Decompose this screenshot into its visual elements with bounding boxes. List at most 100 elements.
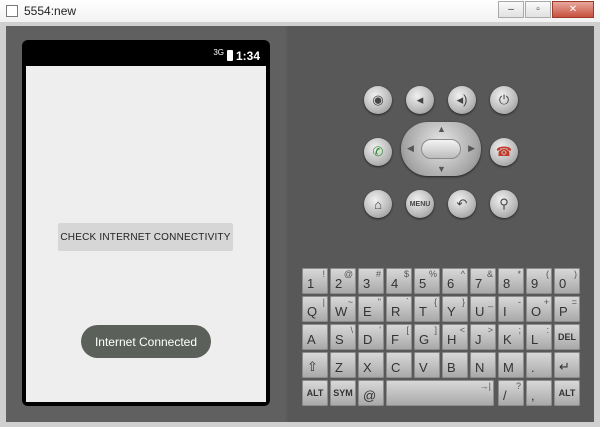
key-label: SYM <box>333 388 353 398</box>
key-row3-9[interactable]: DEL <box>554 324 580 350</box>
key-row4-8[interactable]: . <box>526 352 552 378</box>
key-row3-4[interactable]: G] <box>414 324 440 350</box>
key-row2-6[interactable]: U _ <box>470 296 496 322</box>
key-row1-8[interactable]: 9( <box>526 268 552 294</box>
key-row2-7[interactable]: I- <box>498 296 524 322</box>
check-internet-button[interactable]: CHECK INTERNET CONNECTIVITY <box>58 223 233 251</box>
minimize-button[interactable]: ‒ <box>498 1 524 18</box>
dpad-down-icon[interactable]: ▼ <box>437 164 446 174</box>
key-label: T <box>419 304 427 319</box>
key-sublabel: * <box>517 269 521 279</box>
key-sublabel: \ <box>350 325 353 335</box>
key-row3-0[interactable]: A <box>302 324 328 350</box>
search-icon[interactable]: ⚲ <box>490 190 518 218</box>
key-row1-9[interactable]: 0) <box>554 268 580 294</box>
key-label: S <box>335 332 344 347</box>
key-label: I <box>503 304 507 319</box>
key-row3-6[interactable]: J > <box>470 324 496 350</box>
key-row1-1[interactable]: 2 @ <box>330 268 356 294</box>
key-sublabel: - <box>518 297 521 307</box>
key-row4-1[interactable]: Z <box>330 352 356 378</box>
key-row3-5[interactable]: H < <box>442 324 468 350</box>
key-row3-8[interactable]: L: <box>526 324 552 350</box>
call-icon[interactable]: ✆ <box>364 138 392 166</box>
dpad-center-button[interactable] <box>421 139 461 159</box>
key-row2-1[interactable]: W ~ <box>330 296 356 322</box>
key-label: Y <box>447 304 456 319</box>
key-label: P <box>559 304 568 319</box>
close-button[interactable]: ✕ <box>552 1 594 18</box>
back-icon[interactable]: ↶ <box>448 190 476 218</box>
key-label: J <box>475 332 482 347</box>
key-slash[interactable]: /? <box>498 380 524 406</box>
key-label: E <box>363 304 372 319</box>
dpad-left-icon[interactable]: ◀ <box>407 143 414 154</box>
key-row4-4[interactable]: V <box>414 352 440 378</box>
key-sym[interactable]: SYM <box>330 380 356 406</box>
key-label: O <box>531 304 542 319</box>
key-row3-3[interactable]: F[ <box>386 324 412 350</box>
status-time: 1:34 <box>235 49 260 63</box>
key-label: 0 <box>559 276 567 291</box>
key-row2-9[interactable]: P = <box>554 296 580 322</box>
key-label: H <box>447 332 457 347</box>
key-label: ⇧ <box>307 359 318 374</box>
key-row2-8[interactable]: O + <box>526 296 552 322</box>
key-row4-7[interactable]: M <box>498 352 524 378</box>
key-row4-2[interactable]: X <box>358 352 384 378</box>
window-controls: ‒ ▫ ✕ <box>498 1 594 18</box>
key-alt-right[interactable]: ALT <box>554 380 580 406</box>
camera-icon[interactable]: ◉ <box>364 86 392 114</box>
key-label: 6 <box>447 276 455 291</box>
key-label: R <box>391 304 401 319</box>
key-row3-7[interactable]: K; <box>498 324 524 350</box>
key-row4-0[interactable]: ⇧ <box>302 352 328 378</box>
key-sublabel: # <box>375 269 381 279</box>
key-row1-0[interactable]: 1! <box>302 268 328 294</box>
key-row4-9[interactable]: ↵ <box>554 352 580 378</box>
dpad-up-icon[interactable]: ▲ <box>437 124 446 134</box>
key-row4-6[interactable]: N <box>470 352 496 378</box>
key-sublabel: ! <box>322 269 325 279</box>
key-sublabel: % <box>428 269 437 279</box>
key-comma[interactable]: , <box>526 380 552 406</box>
dpad[interactable]: ▲ ▼ ◀ ▶ <box>401 122 481 176</box>
key-row2-4[interactable]: T{ <box>414 296 440 322</box>
key-row3-1[interactable]: S \ <box>330 324 356 350</box>
key-at[interactable]: @ <box>358 380 384 406</box>
key-label: 4 <box>391 276 399 291</box>
power-icon[interactable]: ⏻ <box>490 86 518 114</box>
key-row2-3[interactable]: R ` <box>386 296 412 322</box>
key-row1-6[interactable]: 7 & <box>470 268 496 294</box>
key-row1-3[interactable]: 4 $ <box>386 268 412 294</box>
key-label: D <box>363 332 373 347</box>
key-row4-5[interactable]: B <box>442 352 468 378</box>
menu-button[interactable]: MENU <box>406 190 434 218</box>
key-alt-left[interactable]: ALT <box>302 380 328 406</box>
key-row2-0[interactable]: Q | <box>302 296 328 322</box>
home-icon[interactable]: ⌂ <box>364 190 392 218</box>
key-row1-2[interactable]: 3 # <box>358 268 384 294</box>
key-row1-4[interactable]: 5% <box>414 268 440 294</box>
volume-up-icon[interactable]: ◂) <box>448 86 476 114</box>
key-label: / <box>503 388 507 403</box>
key-row2-2[interactable]: E " <box>358 296 384 322</box>
key-sublabel: : <box>546 325 549 335</box>
dpad-right-icon[interactable]: ▶ <box>468 143 475 154</box>
key-row1-7[interactable]: 8 * <box>498 268 524 294</box>
key-row2-5[interactable]: Y} <box>442 296 468 322</box>
key-sublabel: ) <box>574 269 577 279</box>
key-label: U <box>475 304 485 319</box>
key-sublabel: ` <box>406 297 409 307</box>
key-sublabel: [ <box>406 325 409 335</box>
key-label: W <box>335 304 348 319</box>
end-call-icon[interactable]: ☎ <box>490 138 518 166</box>
key-sublabel: " <box>377 297 381 307</box>
volume-down-icon[interactable]: ◂ <box>406 86 434 114</box>
key-space[interactable]: →| <box>386 380 494 406</box>
key-row1-5[interactable]: 6 ^ <box>442 268 468 294</box>
key-row3-2[interactable]: D ' <box>358 324 384 350</box>
key-sublabel: = <box>571 297 577 307</box>
maximize-button[interactable]: ▫ <box>525 1 551 18</box>
key-row4-3[interactable]: C <box>386 352 412 378</box>
